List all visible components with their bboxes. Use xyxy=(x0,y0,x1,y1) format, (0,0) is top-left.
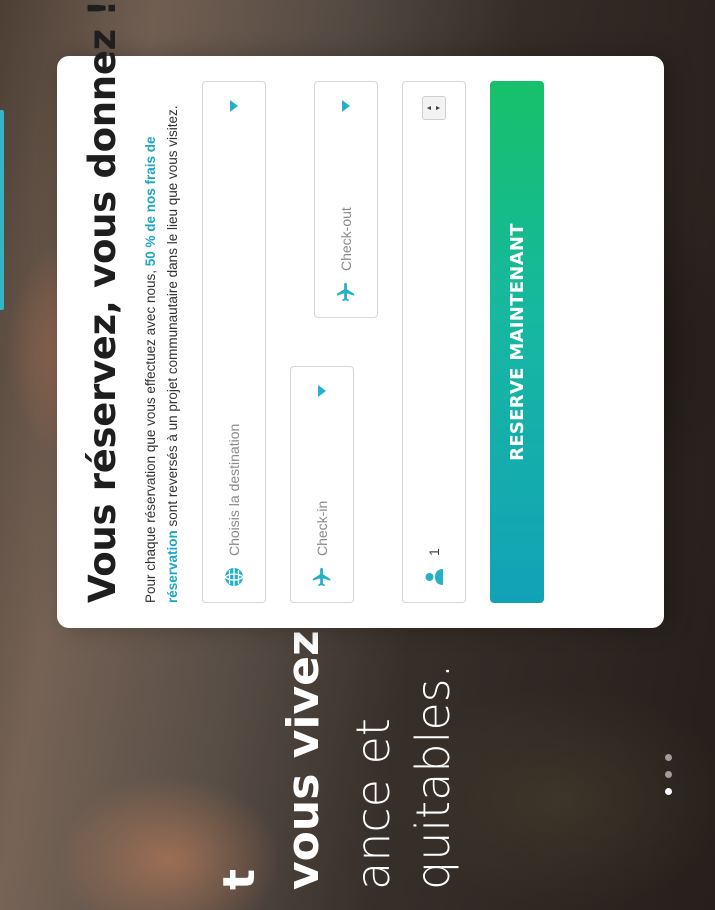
carousel-dot-2[interactable] xyxy=(665,771,672,778)
booking-description: Pour chaque réservation que vous effectu… xyxy=(140,93,184,603)
page: t vous vivez ance et quitables. Vous rés… xyxy=(0,0,715,910)
checkout-label: Check-out xyxy=(338,207,354,271)
carousel-dots xyxy=(665,754,672,795)
stepper-down-icon[interactable]: ▼ xyxy=(435,105,442,112)
hero-subheading-line-1: ance et xyxy=(346,718,400,890)
guests-field[interactable]: 1 ▲ ▼ xyxy=(402,81,466,603)
user-icon xyxy=(423,566,445,588)
carousel-dot-1[interactable] xyxy=(665,788,672,795)
date-row: Check-in Check-out xyxy=(290,81,378,603)
checkin-select[interactable]: Check-in xyxy=(290,366,354,603)
carousel-dot-3[interactable] xyxy=(665,754,672,761)
hero-subheading-line-2: quitables. xyxy=(406,663,460,890)
hero-heading-line-2: vous vivez xyxy=(278,630,329,890)
plane-icon xyxy=(311,566,333,588)
booking-title: Vous réservez, vous donnez ! xyxy=(81,0,124,603)
booking-description-part-1: Pour chaque réservation que vous effectu… xyxy=(143,266,158,603)
globe-icon xyxy=(223,566,245,588)
caret-down-icon xyxy=(318,385,326,397)
hero-heading-line-1: t xyxy=(214,868,265,890)
caret-down-icon xyxy=(342,100,350,112)
destination-select[interactable]: Choisis la destination xyxy=(202,81,266,603)
stepper-up-icon[interactable]: ▲ xyxy=(426,105,433,112)
rotated-content: t vous vivez ance et quitables. Vous rés… xyxy=(0,0,715,910)
guests-value: 1 xyxy=(426,548,442,556)
checkin-label: Check-in xyxy=(314,500,330,556)
booking-description-part-2: sont reversés à un projet communautaire … xyxy=(165,105,180,531)
plane-icon xyxy=(335,281,357,303)
booking-card: Vous réservez, vous donnez ! Pour chaque… xyxy=(57,0,664,628)
caret-down-icon xyxy=(230,100,238,112)
reserve-now-button[interactable]: RESERVE MAINTENANT xyxy=(490,81,544,603)
guests-stepper[interactable]: ▲ ▼ xyxy=(422,96,446,120)
destination-placeholder: Choisis la destination xyxy=(226,423,242,556)
checkout-select[interactable]: Check-out xyxy=(314,81,378,318)
